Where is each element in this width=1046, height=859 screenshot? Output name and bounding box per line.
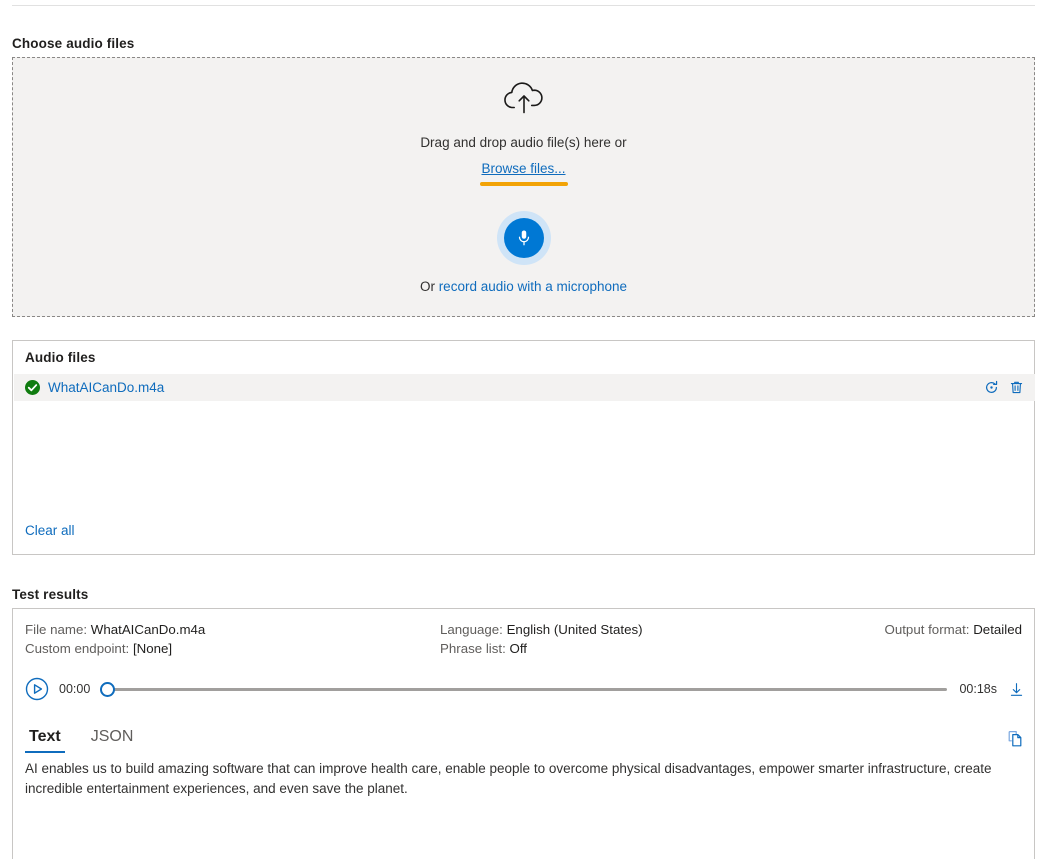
microphone-icon bbox=[503, 218, 544, 258]
metadata-column-left: File name: WhatAICanDo.m4a Custom endpoi… bbox=[25, 622, 440, 656]
clear-all-link[interactable]: Clear all bbox=[25, 523, 75, 538]
playback-slider[interactable] bbox=[100, 681, 948, 697]
drag-drop-text: Drag and drop audio file(s) here or bbox=[420, 135, 627, 150]
metadata-column-right: Output format: Detailed bbox=[870, 622, 1023, 656]
phrase-list-row: Phrase list: Off bbox=[440, 641, 870, 656]
file-name-row: File name: WhatAICanDo.m4a bbox=[25, 622, 440, 637]
play-circle-icon[interactable] bbox=[25, 677, 49, 701]
custom-endpoint-value: [None] bbox=[132, 641, 173, 656]
audio-file-row[interactable]: WhatAICanDo.m4a bbox=[14, 374, 1035, 401]
file-name-label: File name: bbox=[25, 622, 88, 637]
audio-file-actions bbox=[984, 380, 1024, 395]
audio-player: 00:00 00:18s bbox=[25, 675, 1024, 703]
phrase-list-value: Off bbox=[509, 641, 527, 656]
audio-files-title: Audio files bbox=[25, 350, 96, 365]
file-dropzone[interactable]: Drag and drop audio file(s) here or Brow… bbox=[12, 57, 1035, 317]
record-audio-text: Or record audio with a microphone bbox=[420, 279, 627, 294]
trash-icon[interactable] bbox=[1009, 380, 1024, 395]
tab-text[interactable]: Text bbox=[25, 728, 65, 753]
phrase-list-label: Phrase list: bbox=[440, 641, 506, 656]
history-retry-icon[interactable] bbox=[984, 380, 999, 395]
test-results-label: Test results bbox=[12, 587, 89, 602]
speech-studio-audio-test-page: Choose audio files Drag and drop audio f… bbox=[0, 0, 1046, 859]
metadata-column-middle: Language: English (United States) Phrase… bbox=[440, 622, 870, 656]
language-row: Language: English (United States) bbox=[440, 622, 870, 637]
file-name-value: WhatAICanDo.m4a bbox=[90, 622, 206, 637]
language-label: Language: bbox=[440, 622, 503, 637]
audio-files-panel: Audio files WhatAICanDo.m4a Clear all bbox=[12, 340, 1035, 555]
slider-track bbox=[110, 687, 948, 691]
custom-endpoint-row: Custom endpoint: [None] bbox=[25, 641, 440, 656]
custom-endpoint-label: Custom endpoint: bbox=[25, 641, 130, 656]
output-format-row: Output format: Detailed bbox=[885, 622, 1023, 637]
record-audio-link[interactable]: record audio with a microphone bbox=[439, 279, 627, 294]
download-icon[interactable] bbox=[1009, 682, 1024, 697]
copy-icon[interactable] bbox=[1007, 730, 1024, 747]
audio-file-name[interactable]: WhatAICanDo.m4a bbox=[48, 380, 164, 395]
result-tabs: Text JSON bbox=[25, 719, 1024, 753]
record-prefix: Or bbox=[419, 279, 439, 294]
tab-json[interactable]: JSON bbox=[87, 728, 138, 753]
record-microphone-button[interactable] bbox=[496, 211, 551, 265]
language-value: English (United States) bbox=[506, 622, 643, 637]
browse-files-link[interactable]: Browse files... bbox=[481, 161, 565, 176]
transcript-text: AI enables us to build amazing software … bbox=[25, 761, 992, 796]
check-circle-icon bbox=[25, 380, 40, 395]
output-format-value: Detailed bbox=[973, 622, 1022, 637]
choose-audio-files-label: Choose audio files bbox=[12, 36, 135, 51]
result-metadata: File name: WhatAICanDo.m4a Custom endpoi… bbox=[13, 622, 1034, 656]
top-divider bbox=[12, 5, 1035, 6]
browse-accent-underline bbox=[479, 182, 568, 186]
test-results-panel: File name: WhatAICanDo.m4a Custom endpoi… bbox=[12, 608, 1035, 859]
output-format-label: Output format: bbox=[884, 622, 970, 637]
duration: 00:18s bbox=[959, 682, 997, 696]
slider-thumb[interactable] bbox=[100, 681, 116, 697]
current-time: 00:00 bbox=[59, 682, 91, 696]
cloud-upload-icon bbox=[501, 82, 547, 118]
